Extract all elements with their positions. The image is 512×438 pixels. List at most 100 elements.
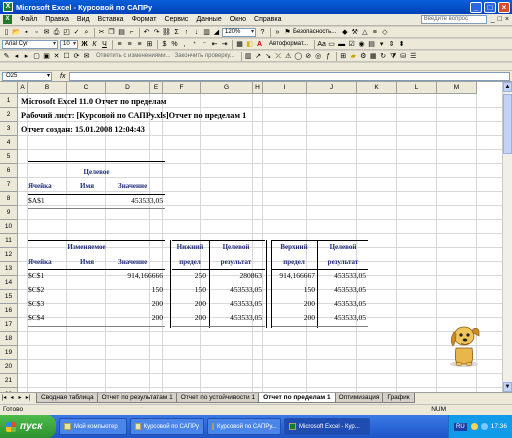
code-icon[interactable]: ◇ — [380, 28, 389, 37]
form-groupbox-icon[interactable]: ▭ — [327, 40, 336, 49]
office-assistant-dog-icon[interactable] — [446, 320, 482, 368]
column-header[interactable]: H — [253, 82, 263, 94]
align-center-icon[interactable]: ≡ — [125, 40, 134, 49]
row-header[interactable]: 2 — [0, 108, 18, 122]
trace-error-icon[interactable]: ⚠ — [284, 52, 293, 61]
font-name-select[interactable]: Arial Cyr — [2, 39, 58, 49]
form-label-icon[interactable]: Aa — [317, 40, 326, 49]
borders-icon[interactable]: ▦ — [235, 40, 244, 49]
menu-insert[interactable]: Вставка — [94, 16, 128, 23]
currency-icon[interactable]: $ — [160, 40, 169, 49]
increase-indent-icon[interactable]: ⇥ — [220, 40, 229, 49]
decrease-indent-icon[interactable]: ⇤ — [210, 40, 219, 49]
column-header[interactable]: M — [437, 82, 477, 94]
new-comment-icon[interactable]: ✎ — [2, 52, 11, 61]
column-header[interactable]: E — [150, 82, 163, 94]
remove-arrows-icon[interactable]: ⤫ — [274, 52, 283, 61]
last-sheet-icon[interactable]: ▸| — [24, 393, 32, 403]
row-header[interactable]: 3 — [0, 122, 18, 136]
italic-icon[interactable]: К — [90, 40, 99, 49]
send-mail-icon[interactable]: ✉ — [82, 52, 91, 61]
row-header[interactable]: 6 — [0, 164, 18, 178]
drawing-icon[interactable]: ◢ — [212, 28, 221, 37]
menu-help[interactable]: Справка — [250, 16, 285, 23]
tab-results-report[interactable]: Отчет по результатам 1 — [96, 393, 178, 403]
hyperlink-icon[interactable]: ⛓ — [162, 28, 171, 37]
scroll-thumb[interactable] — [503, 94, 512, 154]
scroll-down-icon[interactable]: ▼ — [503, 382, 512, 392]
clear-circles-icon[interactable]: ⊘ — [304, 52, 313, 61]
fill-color-icon[interactable]: ◧ — [245, 40, 254, 49]
trace-dependents-icon[interactable]: ↘ — [264, 52, 273, 61]
row-header[interactable]: 9 — [0, 206, 18, 220]
design-mode-icon[interactable]: △ — [360, 28, 369, 37]
trace-precedents-icon[interactable]: ↗ — [254, 52, 263, 61]
form-option-icon[interactable]: ◉ — [357, 40, 366, 49]
cut-icon[interactable]: ✂ — [97, 28, 106, 37]
thousands-icon[interactable]: , — [180, 40, 189, 49]
column-header[interactable]: C — [67, 82, 106, 94]
menu-data[interactable]: Данные — [192, 16, 225, 23]
row-header[interactable]: 19 — [0, 346, 18, 360]
insert-function-icon[interactable]: fx — [60, 73, 65, 80]
menu-view[interactable]: Вид — [73, 16, 94, 23]
chart-object-icon[interactable]: ▥ — [244, 52, 253, 61]
show-comment-icon[interactable]: ▢ — [32, 52, 41, 61]
help-icon[interactable]: ? — [258, 28, 267, 37]
form-spinner-icon[interactable]: ⬍ — [397, 40, 406, 49]
row-header[interactable]: 13 — [0, 262, 18, 276]
sort-asc-icon[interactable]: ↑ — [182, 28, 191, 37]
name-box[interactable]: O25 — [2, 71, 52, 81]
vertical-scrollbar[interactable]: ▲ ▼ — [502, 82, 512, 392]
tab-chart[interactable]: График — [382, 393, 415, 403]
spelling-icon[interactable]: ✓ — [72, 28, 81, 37]
gear-icon[interactable]: ⚙ — [359, 52, 368, 61]
row-header[interactable]: 1 — [0, 94, 18, 108]
increase-decimal-icon[interactable]: ⁺ — [190, 40, 199, 49]
row-header[interactable]: 20 — [0, 360, 18, 374]
reply-with-changes-button[interactable]: Ответить с изменениями... — [96, 53, 171, 59]
tab-sensitivity-report[interactable]: Отчет по устойчивости 1 — [175, 393, 261, 403]
align-left-icon[interactable]: ≡ — [115, 40, 124, 49]
font-size-select[interactable]: 10 — [60, 39, 78, 49]
show-all-comments-icon[interactable]: ▣ — [42, 52, 51, 61]
autosum-icon[interactable]: Σ — [172, 28, 181, 37]
form-combobox-icon[interactable]: ▾ — [377, 40, 386, 49]
prev-comment-icon[interactable]: ◂ — [12, 52, 21, 61]
row-header[interactable]: 15 — [0, 290, 18, 304]
decrease-decimal-icon[interactable]: ⁻ — [200, 40, 209, 49]
visual-basic-icon[interactable]: ◆ — [340, 28, 349, 37]
row-header[interactable]: 16 — [0, 304, 18, 318]
sort-desc-icon[interactable]: ↓ — [192, 28, 201, 37]
column-header[interactable]: D — [106, 82, 150, 94]
menu-edit[interactable]: Правка — [41, 16, 73, 23]
merge-center-icon[interactable]: ⊞ — [145, 40, 154, 49]
next-sheet-icon[interactable]: ▸ — [16, 393, 24, 403]
form-button-icon[interactable]: ▬ — [337, 40, 346, 49]
watch-window-icon[interactable]: ◎ — [314, 52, 323, 61]
doc-minimize-button[interactable]: _ — [491, 16, 495, 23]
column-header[interactable]: J — [307, 82, 357, 94]
minimize-button[interactable]: _ — [470, 1, 482, 13]
doc-restore-button[interactable]: □ — [498, 16, 502, 23]
form-checkbox-icon[interactable]: ☑ — [347, 40, 356, 49]
folder-icon[interactable]: ▰ — [349, 52, 358, 61]
row-header[interactable]: 8 — [0, 192, 18, 206]
filter-icon[interactable]: ⧩ — [389, 52, 398, 61]
tab-limits-report[interactable]: Отчет по пределам 1 — [258, 393, 336, 403]
refresh-icon[interactable]: ↻ — [379, 52, 388, 61]
row-header[interactable]: 12 — [0, 248, 18, 262]
delete-comment-icon[interactable]: ✕ — [52, 52, 61, 61]
save-icon[interactable]: ▪ — [22, 28, 31, 37]
column-header[interactable]: G — [201, 82, 253, 94]
underline-icon[interactable]: Ч — [100, 40, 109, 49]
menu-window[interactable]: Окно — [226, 16, 250, 23]
prev-sheet-icon[interactable]: ◂ — [8, 393, 16, 403]
scroll-up-icon[interactable]: ▲ — [503, 82, 512, 92]
worksheet-grid[interactable]: ABCDEFGHIJKLM 1 2 3 4 5 6 7 8 9 10 11 12 13 14 15 16 17 1… — [0, 82, 512, 392]
bold-icon[interactable]: Ж — [80, 40, 89, 49]
update-file-icon[interactable]: ⟳ — [72, 52, 81, 61]
chart-wizard-icon[interactable]: ▥ — [202, 28, 211, 37]
taskbar-excel[interactable]: Microsoft Excel - Кур... — [284, 418, 370, 435]
column-header[interactable]: K — [357, 82, 397, 94]
